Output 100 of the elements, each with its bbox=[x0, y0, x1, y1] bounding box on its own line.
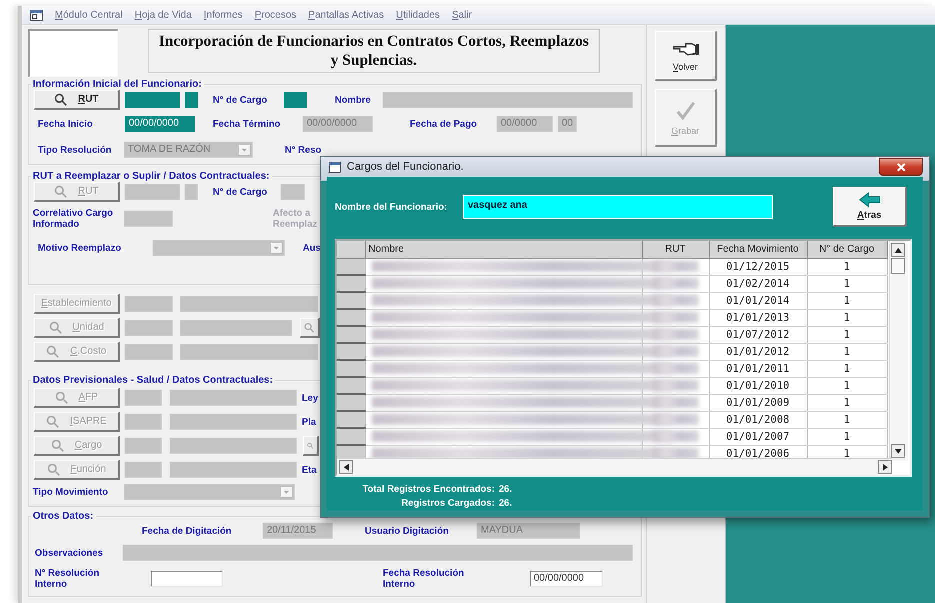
row-selector[interactable] bbox=[337, 411, 365, 428]
menu-item[interactable]: Informes bbox=[204, 10, 243, 20]
magnifier-icon bbox=[46, 344, 60, 358]
row-selector[interactable] bbox=[337, 292, 365, 309]
menu-item[interactable]: Salir bbox=[452, 10, 472, 20]
field-label: Fecha de Digitación bbox=[142, 526, 233, 536]
table-cell: 01/01/2007 bbox=[709, 428, 807, 445]
text-field[interactable]: 00/00/0000 bbox=[125, 116, 195, 132]
arrow-left-icon bbox=[858, 192, 880, 208]
field-label: Eta bbox=[302, 464, 318, 476]
row-selector[interactable] bbox=[337, 343, 365, 360]
table-cell: 01/07/2012 bbox=[709, 326, 807, 343]
field-label: Motivo Reemplazo bbox=[38, 242, 122, 254]
section-heading: Datos Previsionales - Salud / Datos Contractuales: bbox=[32, 375, 274, 386]
field-label: Ley bbox=[302, 392, 320, 404]
table-cell: 1 bbox=[807, 343, 887, 360]
scroll-right-icon[interactable] bbox=[882, 464, 888, 470]
field-label: Afecto a Reemplaz bbox=[273, 208, 318, 230]
field-label: Nombre del Funcionario: bbox=[335, 202, 448, 212]
form-title: Incorporación de Funcionarios en Contratos Cortos, Reemplazos y Suplencias. bbox=[148, 29, 600, 73]
name-field[interactable]: vasquez ana bbox=[463, 195, 773, 219]
field-label: Fecha Inicio bbox=[38, 118, 94, 130]
field-label: Aus bbox=[303, 242, 322, 254]
table-cell: 1 bbox=[807, 377, 887, 394]
back-button[interactable]: Atras bbox=[833, 187, 907, 227]
table-cell: 1 bbox=[807, 309, 887, 326]
menu-item[interactable]: Utilidades bbox=[396, 10, 440, 20]
text-field[interactable] bbox=[284, 92, 307, 108]
text-field[interactable] bbox=[151, 571, 223, 587]
scroll-left-icon[interactable] bbox=[344, 464, 348, 470]
field-label: Fecha de Pago bbox=[410, 118, 478, 130]
section-heading: Información Inicial del Funcionario: bbox=[32, 79, 203, 90]
field-label: Fecha Resolución Interno bbox=[383, 568, 466, 590]
table-cell: 1 bbox=[807, 275, 887, 292]
table-cell: 01/01/2011 bbox=[709, 360, 807, 377]
row-selector[interactable] bbox=[337, 309, 365, 326]
menu-item[interactable]: Pantallas Activas bbox=[308, 10, 384, 20]
table-cell: 01/02/2014 bbox=[709, 275, 807, 292]
close-button[interactable] bbox=[879, 158, 923, 176]
text-field[interactable] bbox=[125, 92, 180, 108]
magnifier-icon bbox=[54, 184, 68, 198]
checkmark-icon bbox=[674, 100, 696, 122]
scroll-down-icon[interactable] bbox=[894, 448, 902, 454]
field-label: N° de Cargo bbox=[213, 186, 268, 198]
row-selector[interactable] bbox=[337, 394, 365, 411]
field-label: Tipo Movimiento bbox=[33, 486, 110, 498]
field-label: N° Reso bbox=[285, 144, 323, 156]
row-selector[interactable] bbox=[337, 360, 365, 377]
magnifier-icon bbox=[46, 414, 60, 428]
vertical-scrollbar[interactable] bbox=[889, 241, 908, 461]
column-header[interactable]: N° de Cargo bbox=[807, 241, 887, 258]
horizontal-scrollbar[interactable] bbox=[337, 458, 892, 475]
scroll-thumb[interactable] bbox=[891, 258, 905, 274]
row-selector[interactable] bbox=[337, 428, 365, 445]
back-button[interactable]: Volver bbox=[655, 31, 717, 81]
magnifier-icon bbox=[46, 462, 61, 476]
table-cell: 1 bbox=[807, 428, 887, 445]
menu-item[interactable]: Hoja de Vida bbox=[134, 10, 192, 20]
magnifier-icon bbox=[54, 92, 68, 106]
field-label: Nombre bbox=[335, 94, 372, 106]
row-selector[interactable] bbox=[337, 326, 365, 343]
table-cell: 01/01/2009 bbox=[709, 394, 807, 411]
field-label: Tipo Resolución bbox=[38, 144, 113, 156]
table-cell: 1 bbox=[807, 292, 887, 309]
table-cell: 01/01/2010 bbox=[709, 377, 807, 394]
field-label: Usuario Digitación bbox=[365, 526, 450, 536]
total-label: Total Registros Encontrados: bbox=[362, 483, 495, 497]
column-header[interactable]: RUT bbox=[642, 241, 709, 258]
menu-item[interactable]: Procesos bbox=[254, 10, 297, 20]
magnifier-icon bbox=[50, 438, 65, 452]
app-icon bbox=[30, 9, 43, 21]
total-value: 26. bbox=[499, 497, 514, 511]
field-label: N° Resolución Interno bbox=[35, 568, 101, 590]
magnifier-icon bbox=[54, 390, 69, 404]
field-label: Fecha Término bbox=[213, 118, 282, 130]
menu-item[interactable]: Módulo Central bbox=[55, 10, 123, 20]
column-header[interactable]: Nombre bbox=[365, 241, 642, 258]
field-label: Correlativo Cargo Informado bbox=[33, 208, 114, 230]
field-label: N° de Cargo bbox=[213, 94, 268, 106]
section-heading: Otros Datos: bbox=[32, 511, 95, 522]
table-cell: 01/12/2015 bbox=[709, 258, 807, 275]
close-icon bbox=[896, 162, 906, 172]
total-value: 26. bbox=[499, 483, 514, 497]
column-header[interactable]: Fecha Movimiento bbox=[709, 241, 807, 258]
table-cell: 1 bbox=[807, 258, 887, 275]
text-field[interactable] bbox=[185, 92, 198, 108]
window-title: Cargos del Funcionario. bbox=[347, 161, 464, 173]
row-selector[interactable] bbox=[337, 377, 365, 394]
table-cell: 1 bbox=[807, 326, 887, 343]
field-label: Pla bbox=[302, 416, 318, 428]
row-selector[interactable] bbox=[337, 275, 365, 292]
lookup-button[interactable]: RUT bbox=[34, 90, 120, 110]
table-cell: 01/01/2008 bbox=[709, 411, 807, 428]
field-label: Observaciones bbox=[35, 548, 104, 558]
text-field[interactable]: 00/00/0000 bbox=[530, 571, 603, 587]
total-label: Registros Cargados: bbox=[400, 497, 495, 511]
scroll-up-icon[interactable] bbox=[894, 248, 902, 252]
table-cell: 1 bbox=[807, 360, 887, 377]
row-selector[interactable] bbox=[337, 258, 365, 275]
table-cell: 1 bbox=[807, 394, 887, 411]
